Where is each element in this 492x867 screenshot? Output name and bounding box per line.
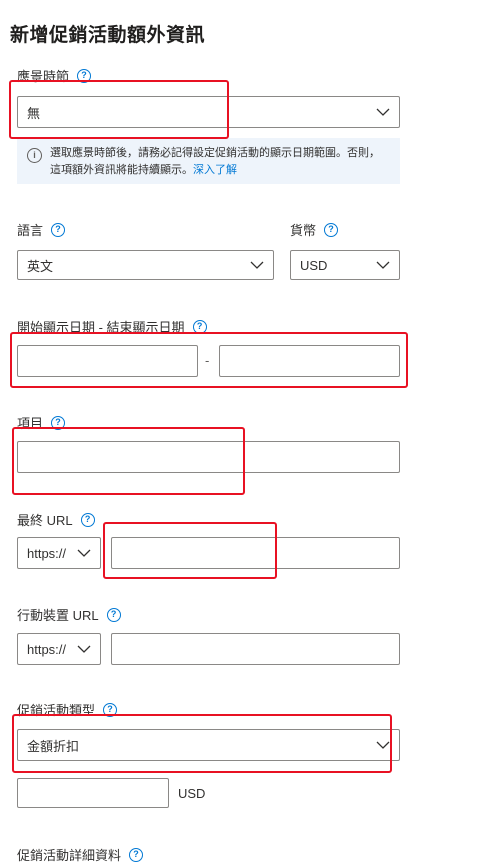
currency-label: 貨幣	[290, 223, 317, 238]
currency-value: USD	[300, 257, 328, 273]
display-dates-label-row: 開始顯示日期 - 結束顯示日期 ?	[17, 317, 207, 336]
promotion-type-value: 金額折扣	[27, 738, 80, 754]
language-select[interactable]: 英文	[17, 250, 274, 280]
chevron-down-icon	[77, 645, 91, 653]
currency-label-row: 貨幣 ?	[290, 220, 339, 239]
help-icon[interactable]: ?	[103, 702, 118, 717]
help-icon[interactable]: ?	[324, 222, 339, 237]
mobile-url-label: 行動裝置 URL	[17, 608, 99, 623]
help-icon[interactable]: ?	[129, 847, 144, 862]
final-url-input[interactable]	[111, 537, 400, 569]
chevron-down-icon	[376, 261, 390, 269]
language-value: 英文	[27, 258, 54, 274]
mobile-url-protocol-select[interactable]: https://	[17, 633, 101, 665]
help-icon[interactable]: ?	[77, 68, 92, 83]
occasion-info-banner: i 選取應景時節後，請務必記得設定促銷活動的顯示日期範圍。否則，這項額外資訊將能…	[17, 138, 400, 184]
start-date-input[interactable]	[17, 345, 198, 377]
discount-amount-input[interactable]	[17, 778, 169, 808]
display-dates-label: 開始顯示日期 - 結束顯示日期	[17, 320, 185, 335]
promotion-type-label-row: 促銷活動類型 ?	[17, 700, 118, 719]
occasion-info-text: 選取應景時節後，請務必記得設定促銷活動的顯示日期範圍。否則，這項額外資訊將能持續…	[50, 145, 390, 184]
chevron-down-icon	[376, 108, 390, 116]
final-url-protocol-value: https://	[27, 545, 67, 561]
mobile-url-protocol-value: https://	[27, 641, 67, 657]
language-label-row: 語言 ?	[17, 220, 66, 239]
chevron-down-icon	[77, 549, 91, 557]
item-label-row: 項目 ?	[17, 413, 66, 432]
chevron-down-icon	[376, 741, 390, 749]
language-label: 語言	[17, 223, 44, 238]
promotion-type-label: 促銷活動類型	[17, 703, 96, 718]
help-icon[interactable]: ?	[80, 512, 95, 527]
chevron-down-icon	[250, 261, 264, 269]
mobile-url-input[interactable]	[111, 633, 400, 665]
help-icon[interactable]: ?	[106, 607, 121, 622]
end-date-input[interactable]	[219, 345, 400, 377]
info-icon: i	[27, 148, 42, 163]
help-icon[interactable]: ?	[51, 415, 66, 430]
promotion-details-label: 促銷活動詳細資料	[17, 848, 122, 863]
final-url-label-row: 最終 URL ?	[17, 510, 95, 529]
promotion-type-select[interactable]: 金額折扣	[17, 729, 400, 761]
help-icon[interactable]: ?	[192, 319, 207, 334]
final-url-label: 最終 URL	[17, 513, 73, 528]
currency-select[interactable]: USD	[290, 250, 400, 280]
final-url-protocol-select[interactable]: https://	[17, 537, 101, 569]
item-label: 項目	[17, 416, 44, 431]
item-input[interactable]	[17, 441, 400, 473]
help-icon[interactable]: ?	[51, 222, 66, 237]
discount-amount-unit: USD	[178, 786, 206, 801]
occasion-value: 無	[27, 105, 41, 121]
mobile-url-label-row: 行動裝置 URL ?	[17, 605, 121, 624]
page-title: 新增促銷活動額外資訊	[10, 25, 206, 46]
occasion-label-row: 應景時節 ?	[17, 66, 92, 85]
occasion-select[interactable]: 無	[17, 96, 400, 128]
date-range-separator: -	[205, 353, 210, 368]
learn-more-link[interactable]: 深入了解	[193, 164, 237, 176]
occasion-label: 應景時節	[17, 69, 70, 84]
promotion-details-label-row: 促銷活動詳細資料 ?	[17, 845, 144, 864]
